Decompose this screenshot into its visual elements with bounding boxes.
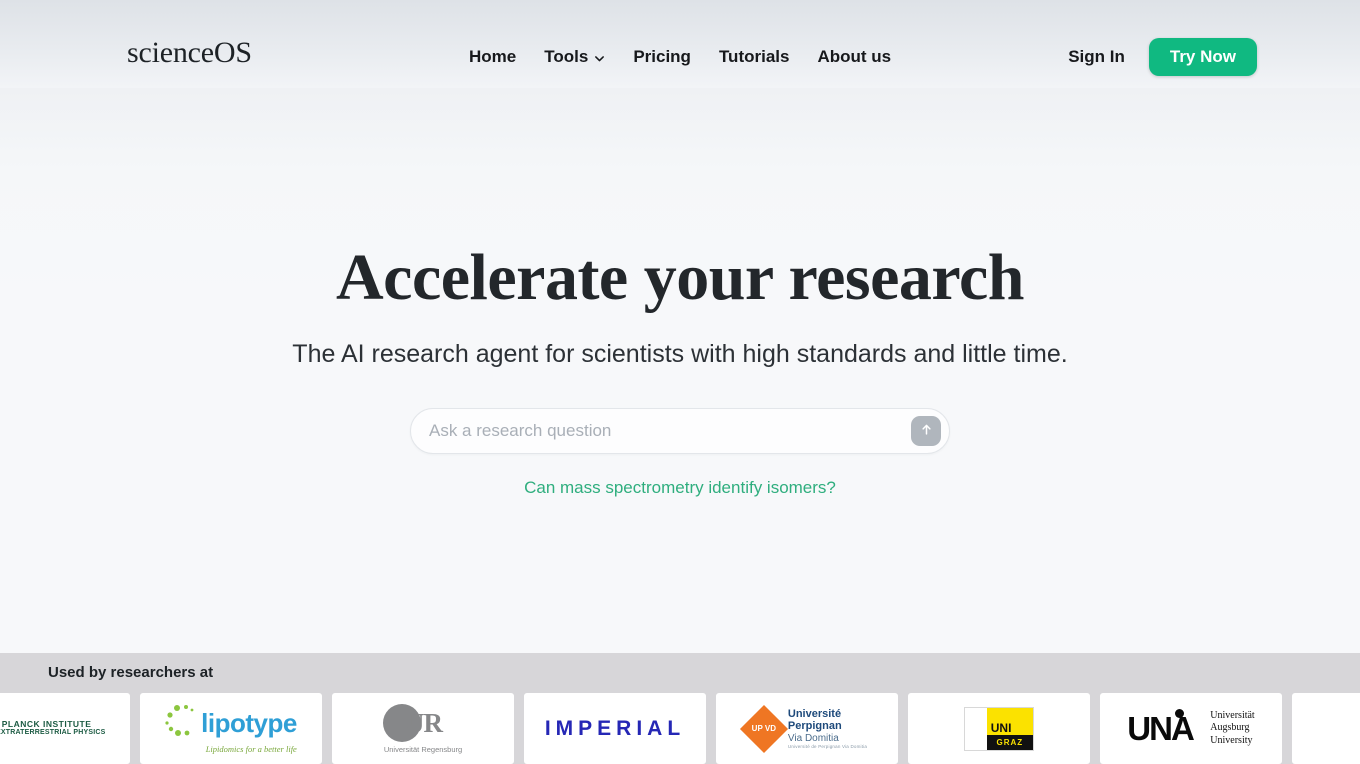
max-planck-line1: MAX PLANCK INSTITUTE [0,718,92,729]
nav-label-home: Home [469,47,517,66]
submit-question-button[interactable] [911,416,941,446]
page-title: Accelerate your research [335,241,1025,314]
arrow-up-icon [919,422,934,440]
logo-carousel[interactable]: MAX PLANCK INSTITUTE FOR EXTRATERRESTRIA… [0,693,1360,764]
uni-graz-wordmark: UNI [990,720,1012,735]
lipotype-tagline: Lipidomics for a better life [205,744,297,754]
perpignan-diamond-icon: UP VD [739,704,788,753]
used-by-section: Used by researchers at MAX PLANCK INSTIT… [0,653,1360,764]
logo-card-imperial[interactable]: IMPERIAL [524,693,706,764]
augsburg-logo: UNA Universität Augsburg University [1127,708,1255,747]
lipotype-wordmark: lipotype [201,707,297,738]
lipotype-dots-icon [165,703,199,742]
lipotype-logo: lipotype Lipidomics for a better life [165,703,297,754]
landing-page: scienceOS Home Tools Pricing Tutorials A… [0,0,1360,764]
nav-item-home[interactable]: Home [455,44,530,70]
logo-card-uni-graz[interactable]: UNI GRAZ [908,693,1090,764]
regensburg-logo: UR Universität Regensburg [375,703,471,754]
max-planck-line2: FOR EXTRATERRESTRIAL PHYSICS [0,729,106,737]
brand-logo[interactable]: scienceOS [127,38,252,68]
perpignan-line1: Université [787,708,842,721]
logo-card-perpignan[interactable]: UP VD Université Perpignan Via Domitia U… [716,693,898,764]
site-header: scienceOS Home Tools Pricing Tutorials A… [0,0,1360,88]
nav-item-tutorials[interactable]: Tutorials [705,44,804,70]
logo-card-augsburg[interactable]: UNA Universität Augsburg University [1100,693,1282,764]
used-by-label: Used by researchers at [48,664,214,681]
perpignan-line3: Via Domitia [787,732,839,744]
sign-in-link[interactable]: Sign In [1068,47,1125,67]
uni-graz-logo: UNI GRAZ [964,706,1034,751]
uni-graz-yellow-block: UNI GRAZ [986,707,1033,750]
hero-section: Accelerate your research The AI research… [0,88,1360,653]
logo-card-max-planck[interactable]: MAX PLANCK INSTITUTE FOR EXTRATERRESTRIA… [0,693,130,764]
auth-actions: Sign In Try Now [1068,38,1257,76]
logo-card-lipotype[interactable]: lipotype Lipidomics for a better life [140,693,322,764]
research-question-search[interactable] [410,408,950,454]
regensburg-wordmark: UR [405,707,443,738]
uni-graz-subtitle: GRAZ [996,737,1024,747]
hero-subtitle: The AI research agent for scientists wit… [292,340,1068,368]
uni-graz-white-block [965,707,987,750]
main-navigation: Home Tools Pricing Tutorials About us [455,44,905,70]
logo-placeholder [1292,693,1360,764]
try-now-button[interactable]: Try Now [1148,38,1257,76]
perpignan-line2: Perpignan [787,720,842,733]
search-input[interactable] [411,409,949,453]
augsburg-line3: University [1210,734,1253,746]
nav-label-tools: Tools [544,47,589,66]
augsburg-line2: Augsburg [1210,722,1250,734]
perpignan-badge-text: UP VD [751,723,777,733]
max-planck-logo: MAX PLANCK INSTITUTE FOR EXTRATERRESTRIA… [0,719,106,738]
nav-label-pricing: Pricing [633,47,691,66]
suggested-question-link[interactable]: Can mass spectrometry identify isomers? [524,478,836,498]
perpignan-logo: UP VD Université Perpignan Via Domitia U… [739,704,868,753]
perpignan-line4: Université de Perpignan Via Domitia [787,743,868,749]
imperial-wordmark: IMPERIAL [544,716,686,740]
augsburg-dot-icon [1175,708,1185,718]
nav-item-tools[interactable]: Tools [530,44,619,70]
logo-card-next-partial[interactable] [1292,693,1360,764]
augsburg-line1: Universität [1210,710,1255,722]
nav-label-tutorials: Tutorials [718,47,790,66]
nav-label-about-us: About us [817,47,892,66]
logo-card-regensburg[interactable]: UR Universität Regensburg [332,693,514,764]
nav-item-pricing[interactable]: Pricing [619,44,705,70]
chevron-down-icon [594,53,605,64]
nav-item-about-us[interactable]: About us [803,44,905,70]
regensburg-subtitle: Universität Regensburg [383,744,463,754]
